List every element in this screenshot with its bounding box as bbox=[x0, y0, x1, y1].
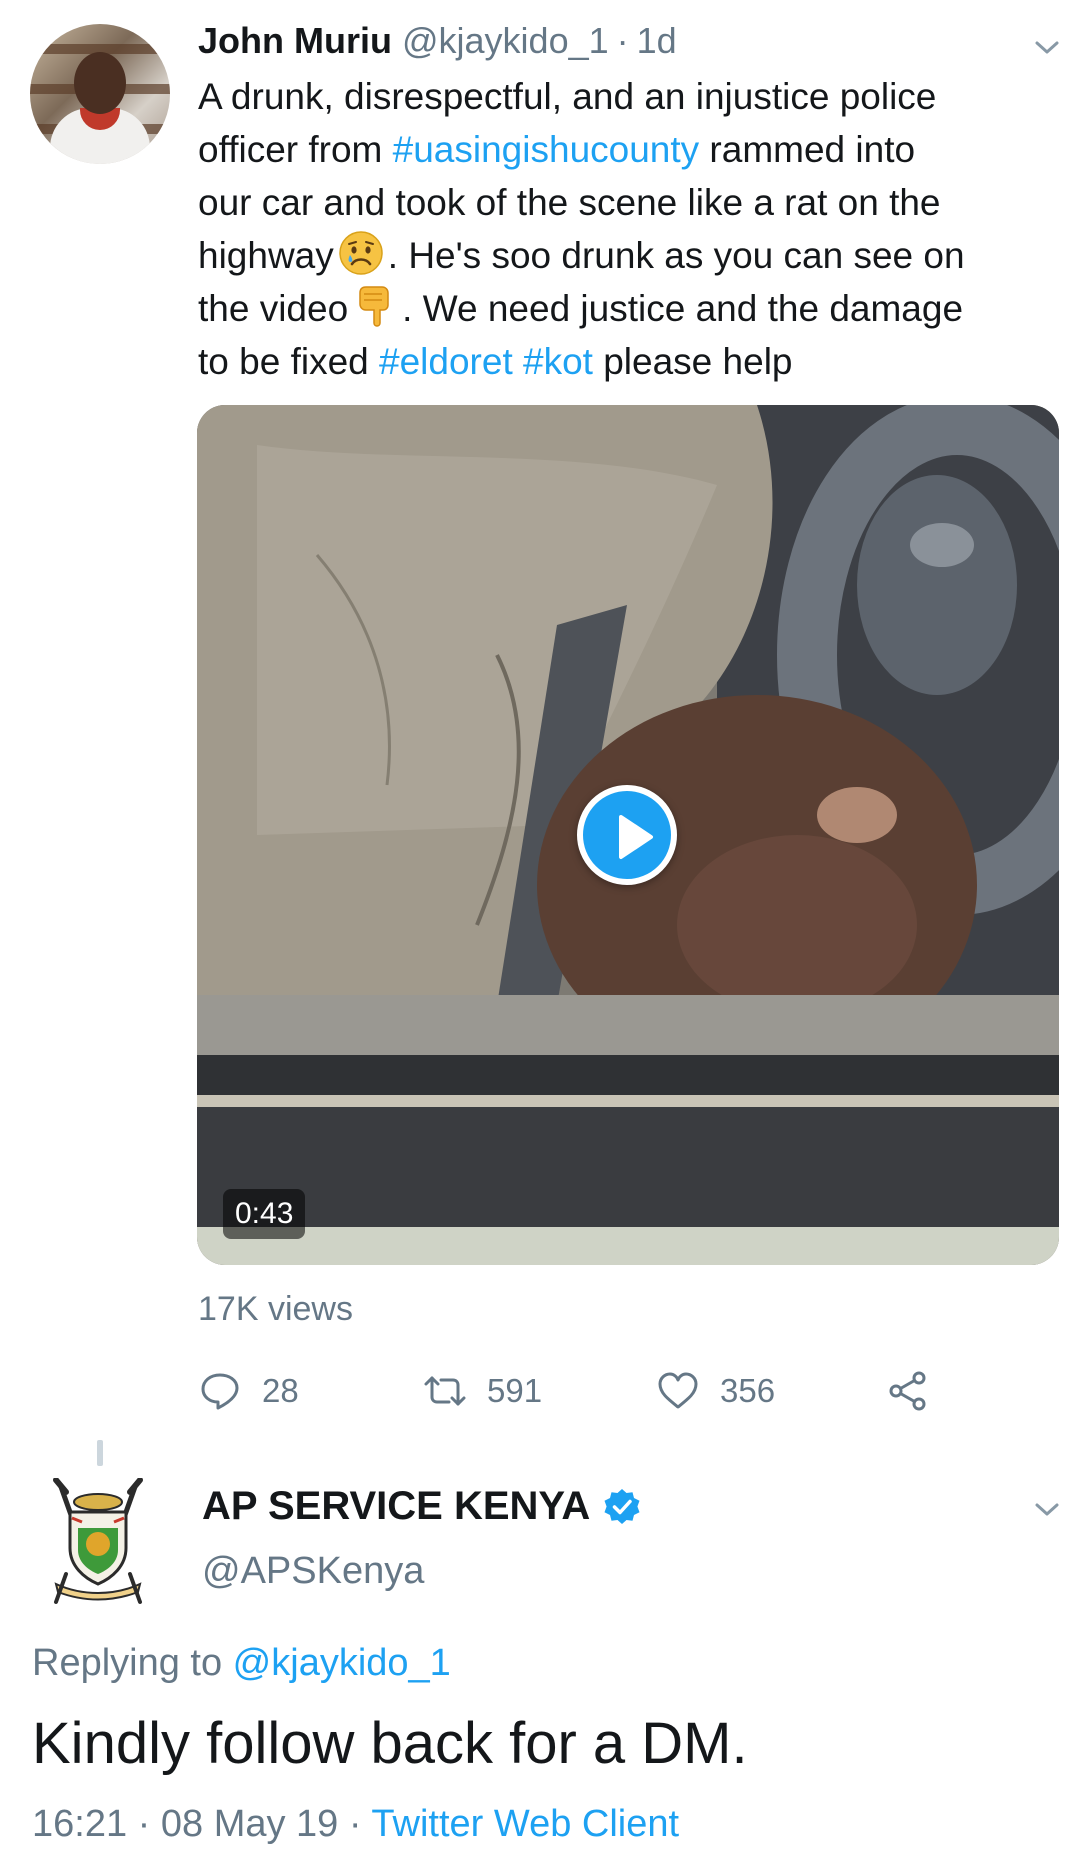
hashtag-link[interactable]: #eldoret bbox=[379, 341, 513, 382]
heart-icon bbox=[658, 1372, 698, 1409]
tweet-text-segment: our car and took of the scene like a rat… bbox=[198, 182, 941, 223]
tweet-text-segment: . We need justice and the damage bbox=[402, 288, 964, 329]
reply-handle[interactable]: @APSKenya bbox=[202, 1550, 424, 1593]
tweet-text-line: officer from #uasingishucounty rammed in… bbox=[198, 123, 1058, 176]
retweet-button[interactable]: 591 bbox=[423, 1366, 542, 1416]
tweet-text-segment: . He's soo drunk as you can see on bbox=[387, 235, 965, 276]
tweet-text-segment: please help bbox=[592, 341, 793, 382]
like-count: 356 bbox=[720, 1372, 776, 1409]
meta-separator: · bbox=[127, 1803, 161, 1845]
reply-metadata: 16:21 · 08 May 19 · Twitter Web Client bbox=[32, 1803, 679, 1846]
tweet-text-line: our car and took of the scene like a rat… bbox=[198, 176, 1058, 229]
reply-time: 16:21 bbox=[32, 1803, 128, 1845]
tweet-text-segment: the video bbox=[198, 288, 349, 329]
video-player[interactable]: 0:43 bbox=[197, 405, 1059, 1265]
tweet-text-line: the video . We need justice and the damag… bbox=[198, 282, 1058, 335]
verified-badge-icon bbox=[604, 1488, 640, 1524]
reply-icon bbox=[201, 1373, 239, 1410]
tweet-text-segment bbox=[513, 341, 523, 382]
reply-text: Kindly follow back for a DM. bbox=[32, 1711, 748, 1776]
reply-client-link[interactable]: Twitter Web Client bbox=[371, 1803, 679, 1845]
video-duration: 0:43 bbox=[223, 1189, 306, 1239]
tweet-text-segment: to be fixed bbox=[198, 341, 380, 382]
chevron-down-icon[interactable] bbox=[1032, 32, 1062, 62]
share-button[interactable] bbox=[886, 1366, 950, 1416]
author-handle[interactable]: @kjaykido_1 bbox=[402, 20, 609, 62]
reply-author-name[interactable]: AP SERVICE KENYA bbox=[202, 1484, 590, 1529]
tweet-text-line: A drunk, disrespectful, and an injustice… bbox=[198, 70, 1058, 123]
share-icon bbox=[889, 1371, 926, 1411]
coat-of-arms-logo bbox=[53, 1477, 143, 1604]
replying-to-label: Replying to bbox=[32, 1642, 233, 1684]
view-count: 17K views bbox=[198, 1290, 353, 1328]
worried-face-icon bbox=[338, 230, 384, 276]
tweet-text-segment: rammed into bbox=[699, 129, 916, 170]
tweet-text-segment: officer from bbox=[198, 129, 393, 170]
author-name[interactable]: John Muriu bbox=[198, 20, 392, 62]
author-avatar[interactable] bbox=[30, 24, 170, 164]
apskenya-avatar[interactable] bbox=[52, 1477, 144, 1606]
hashtag-link[interactable]: #uasingishucounty bbox=[393, 129, 700, 170]
like-button[interactable]: 356 bbox=[656, 1366, 775, 1416]
separator-dot: · bbox=[616, 20, 629, 61]
reply-date: 08 May 19 bbox=[160, 1803, 339, 1845]
original-tweet[interactable]: John Muriu @kjaykido_1 · 1d A drunk, dis… bbox=[0, 0, 1080, 1430]
reply-button[interactable]: 28 bbox=[198, 1366, 299, 1416]
tweet-text: A drunk, disrespectful, and an injustice… bbox=[198, 70, 1058, 388]
play-button[interactable] bbox=[577, 785, 677, 885]
tweet-time[interactable]: 1d bbox=[637, 20, 677, 62]
replying-to: Replying to @kjaykido_1 bbox=[32, 1642, 451, 1685]
hashtag-link[interactable]: #kot bbox=[523, 341, 593, 382]
retweet-icon bbox=[424, 1376, 466, 1406]
reply-author[interactable]: AP SERVICE KENYA bbox=[202, 1484, 642, 1529]
pointing-down-icon bbox=[352, 283, 398, 329]
tweet-header: John Muriu @kjaykido_1 · 1d bbox=[198, 20, 677, 66]
meta-separator: · bbox=[338, 1803, 372, 1845]
tweet-text-segment: A drunk, disrespectful, and an injustice… bbox=[198, 76, 937, 117]
chevron-down-icon[interactable] bbox=[1032, 1494, 1062, 1524]
tweet-text-line: highway . He's soo drunk as you can see o… bbox=[198, 229, 1058, 282]
reply-count: 28 bbox=[262, 1372, 299, 1409]
thread-connector bbox=[97, 1440, 103, 1466]
retweet-count: 591 bbox=[487, 1372, 543, 1409]
tweet-text-segment: highway bbox=[198, 235, 334, 276]
tweet-text-line: to be fixed #eldoret #kot please help bbox=[198, 335, 1058, 388]
replying-to-mention[interactable]: @kjaykido_1 bbox=[233, 1642, 451, 1684]
tweet-actions: 28 591 356 bbox=[198, 1366, 958, 1416]
play-icon bbox=[619, 815, 653, 859]
